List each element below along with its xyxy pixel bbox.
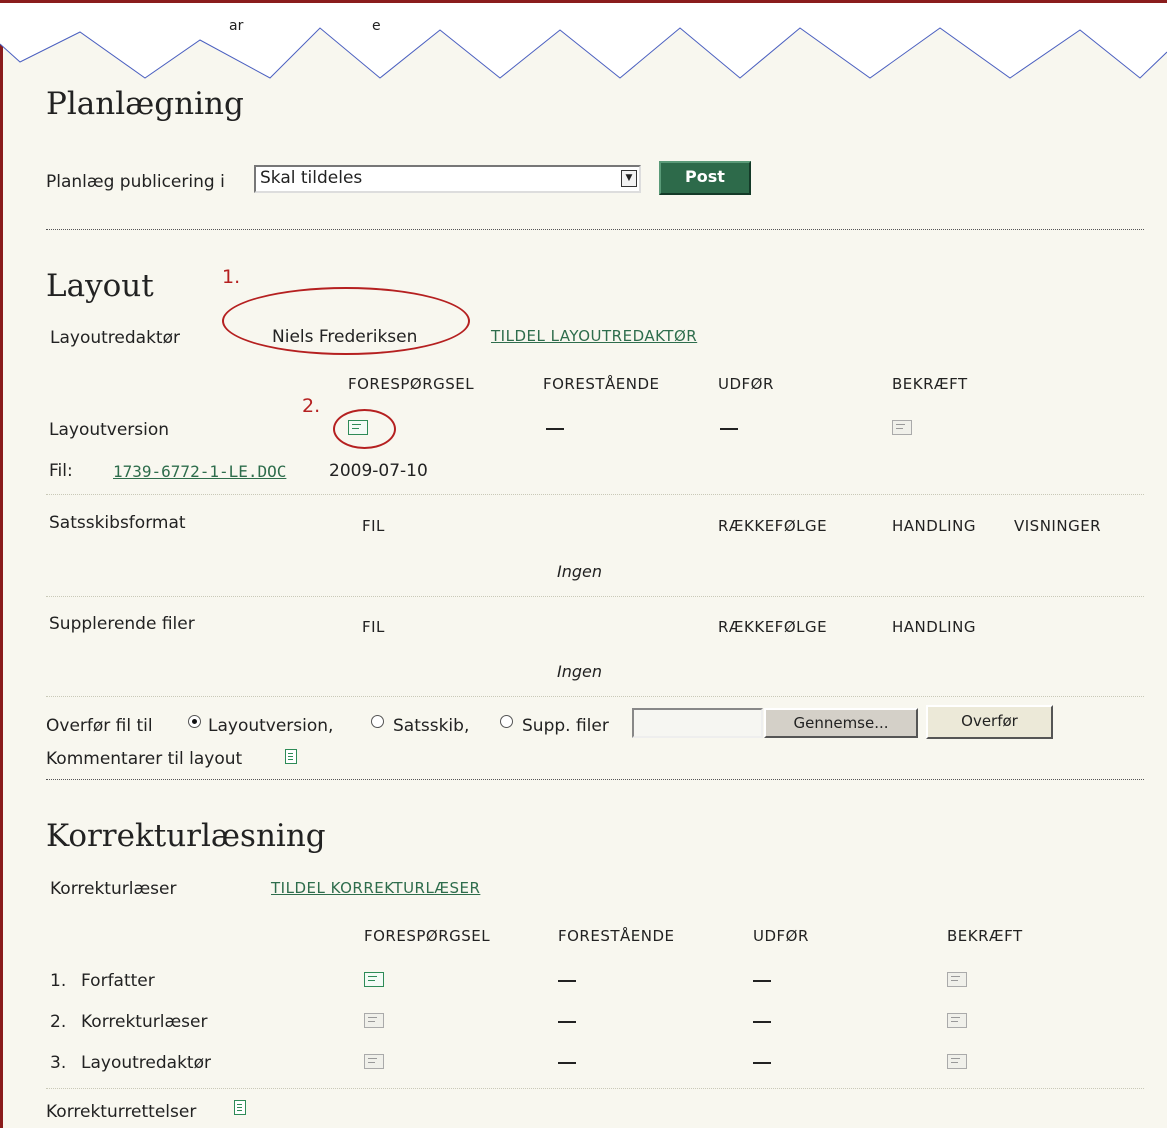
column-header-underway: FORESTÅENDE [558, 927, 675, 945]
layout-editor-label: Layoutredaktør [50, 328, 180, 348]
annotation-circle [333, 409, 396, 449]
complete-dash [720, 428, 738, 430]
proofreading-heading: Korrekturlæsning [46, 818, 326, 854]
proof-row-label: Forfatter [81, 971, 155, 991]
layout-version-label: Layoutversion [49, 420, 170, 440]
row-divider [46, 596, 1144, 597]
galley-col-order: RÆKKEFØLGE [718, 517, 828, 535]
column-header-acknowledge: BEKRÆFT [947, 927, 1023, 945]
cut-off-text-fragment: ar [229, 18, 244, 34]
row-divider [46, 494, 1144, 495]
layout-comments-label: Kommentarer til layout [46, 749, 243, 769]
proof-row-number: 2. [50, 1012, 67, 1032]
galley-col-file: FIL [362, 517, 385, 535]
upload-button[interactable]: Overfør [926, 705, 1053, 739]
supp-col-file: FIL [362, 618, 385, 636]
column-header-request: FORESPØRGSEL [348, 375, 475, 393]
supp-col-action: HANDLING [892, 618, 976, 636]
email-request-icon[interactable] [364, 972, 384, 987]
email-acknowledge-icon [947, 1013, 967, 1028]
cut-off-text-fragment: e [372, 18, 381, 34]
email-acknowledge-icon [947, 1054, 967, 1069]
upload-file-path-field[interactable] [632, 708, 763, 738]
column-header-acknowledge: BEKRÆFT [892, 375, 968, 393]
underway-dash [558, 1021, 576, 1023]
radio-supp-files[interactable] [500, 715, 513, 728]
supp-files-label: Supplerende filer [49, 614, 195, 634]
proofreader-label: Korrekturlæser [50, 879, 177, 899]
section-divider [46, 229, 1144, 230]
schedule-selected-value: Skal tildeles [260, 168, 363, 188]
file-label: Fil: [49, 461, 73, 481]
complete-dash [753, 980, 771, 982]
scheduling-heading: Planlægning [46, 86, 244, 122]
proof-row-number: 1. [50, 971, 67, 991]
underway-dash [558, 980, 576, 982]
comments-document-icon[interactable] [285, 749, 297, 764]
column-header-complete: UDFØR [718, 375, 774, 393]
layout-file-date: 2009-07-10 [329, 461, 428, 481]
email-request-icon [364, 1054, 384, 1069]
underway-dash [546, 428, 564, 430]
radio-galley-label: Satsskib, [393, 716, 470, 736]
radio-layout-version-label: Layoutversion, [208, 716, 334, 736]
schedule-issue-select[interactable]: Skal tildeles ▼ [254, 165, 641, 193]
annotation-number: 2. [302, 395, 321, 417]
annotation-number: 1. [222, 266, 241, 288]
email-request-icon [364, 1013, 384, 1028]
assign-layout-editor-link[interactable]: TILDEL LAYOUTREDAKTØR [491, 327, 697, 345]
annotation-circle [222, 287, 470, 355]
supp-empty-text: Ingen [557, 662, 602, 681]
galley-label: Satsskibsformat [49, 513, 186, 533]
corrections-document-icon[interactable] [234, 1100, 246, 1115]
radio-layout-version[interactable] [188, 715, 201, 728]
galley-col-action: HANDLING [892, 517, 976, 535]
supp-col-order: RÆKKEFØLGE [718, 618, 828, 636]
radio-galley[interactable] [371, 715, 384, 728]
layout-heading: Layout [46, 268, 154, 304]
layout-file-link[interactable]: 1739-6772-1-LE.DOC [113, 462, 286, 481]
complete-dash [753, 1062, 771, 1064]
assign-proofreader-link[interactable]: TILDEL KORREKTURLÆSER [271, 879, 480, 897]
proof-row-label: Korrekturlæser [81, 1012, 208, 1032]
post-button[interactable]: Post [659, 161, 751, 195]
upload-label: Overfør fil til [46, 716, 153, 736]
torn-edge-decoration [0, 3, 1167, 79]
dropdown-arrow-icon[interactable]: ▼ [621, 170, 637, 187]
frame-left-border [0, 0, 3, 1128]
row-divider [46, 1088, 1144, 1089]
galley-empty-text: Ingen [557, 562, 602, 581]
column-header-underway: FORESTÅENDE [543, 375, 660, 393]
underway-dash [558, 1062, 576, 1064]
section-divider [46, 779, 1144, 780]
row-divider [46, 696, 1144, 697]
column-header-request: FORESPØRGSEL [364, 927, 491, 945]
browse-button[interactable]: Gennemse... [764, 708, 918, 738]
email-acknowledge-icon [947, 972, 967, 987]
proof-corrections-label: Korrekturrettelser [46, 1102, 197, 1122]
proof-row-label: Layoutredaktør [81, 1053, 211, 1073]
radio-supp-files-label: Supp. filer [522, 716, 609, 736]
schedule-label: Planlæg publicering i [46, 172, 225, 192]
proof-row-number: 3. [50, 1053, 67, 1073]
column-header-complete: UDFØR [753, 927, 809, 945]
email-acknowledge-icon [892, 420, 912, 435]
complete-dash [753, 1021, 771, 1023]
galley-col-views: VISNINGER [1014, 517, 1102, 535]
